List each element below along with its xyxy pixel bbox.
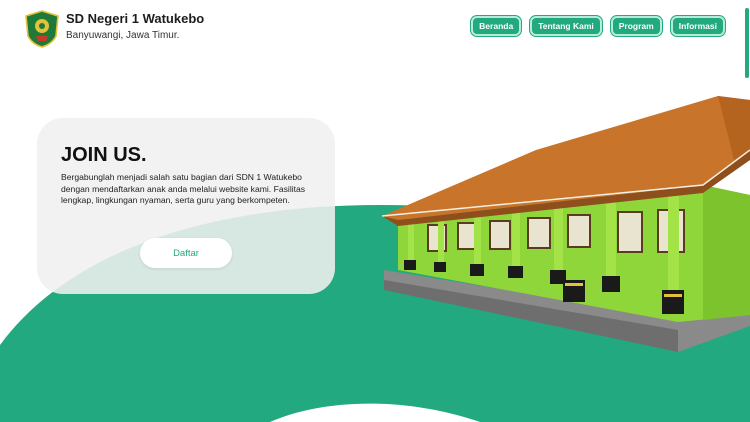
nav-tentang-kami-button[interactable]: Tentang Kami: [530, 16, 602, 36]
nav-bar: Beranda Tentang Kami Program Informasi: [471, 16, 725, 36]
hero-title: JOIN US.: [61, 144, 147, 166]
school-name: SD Negeri 1 Watukebo: [66, 11, 205, 26]
school-location: Banyuwangi, Jawa Timur.: [66, 30, 180, 41]
nav-informasi-button[interactable]: Informasi: [670, 16, 725, 36]
hero-description: Bergabunglah menjadi salah satu bagian d…: [61, 172, 306, 205]
daftar-button[interactable]: Daftar: [140, 238, 232, 268]
nav-program-button[interactable]: Program: [610, 16, 662, 36]
school-emblem-icon[interactable]: [24, 10, 60, 48]
header: SD Negeri 1 Watukebo Banyuwangi, Jawa Ti…: [0, 0, 750, 58]
nav-beranda-button[interactable]: Beranda: [471, 16, 522, 36]
join-card: JOIN US. Bergabunglah menjadi salah satu…: [37, 118, 335, 294]
school-building-image: [381, 96, 750, 352]
scrollbar-thumb[interactable]: [745, 8, 749, 78]
